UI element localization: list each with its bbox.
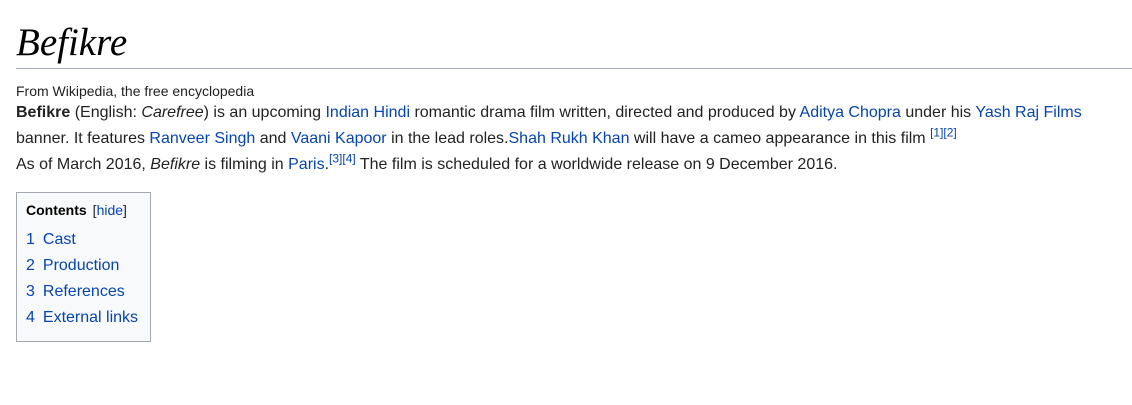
toc-number: 3 — [26, 283, 35, 300]
toc-link-cast[interactable]: 1 Cast — [26, 231, 76, 248]
article-content: Befikre From Wikipedia, the free encyclo… — [16, 22, 1132, 342]
toc-number: 1 — [26, 231, 35, 248]
text-segment: is filming in — [200, 156, 289, 173]
intro-paragraph-1: Befikre (English: Carefree) is an upcomi… — [16, 100, 1096, 152]
citation-link-2[interactable]: [2] — [943, 126, 956, 140]
translation-italic: Carefree — [141, 104, 204, 121]
text-segment: will have a cameo appearance in this fil… — [629, 130, 931, 147]
table-of-contents: Contents [hide] 1 Cast 2 Production 3 Refere… — [16, 192, 152, 342]
toc-link-external-links[interactable]: 4 External links — [26, 309, 138, 326]
toc-label: References — [42, 283, 125, 300]
toc-toggle: [hide] — [93, 202, 127, 218]
page-title: Befikre — [16, 22, 1132, 69]
toc-title: Contents — [26, 202, 87, 218]
text-segment: As of March 2016, — [16, 156, 151, 173]
text-segment: ) is an upcoming — [203, 104, 326, 121]
link-paris[interactable]: Paris — [288, 156, 324, 173]
citation-ref: [3][4] — [329, 152, 356, 166]
toc-label: Cast — [42, 231, 76, 248]
text-segment: and — [255, 130, 291, 147]
link-aditya-chopra[interactable]: Aditya Chopra — [800, 104, 901, 121]
link-ranveer-singh[interactable]: Ranveer Singh — [149, 130, 255, 147]
text-segment: (English: — [70, 104, 142, 121]
link-shah-rukh-khan[interactable]: Shah Rukh Khan — [509, 130, 630, 147]
toc-label: External links — [42, 309, 139, 326]
citation-link-4[interactable]: [4] — [342, 152, 355, 166]
text-segment: in the lead roles. — [386, 130, 509, 147]
toc-item-references: 3 References — [26, 279, 138, 305]
toc-label: Production — [42, 257, 120, 274]
citation-ref: [1][2] — [930, 126, 957, 140]
text-segment: under his — [900, 104, 976, 121]
toc-header: Contents [hide] — [26, 200, 138, 221]
toc-item-production: 2 Production — [26, 253, 138, 279]
citation-link-3[interactable]: [3] — [329, 152, 342, 166]
citation-link-1[interactable]: [1] — [930, 126, 943, 140]
toc-bracket-close: ] — [123, 202, 127, 218]
toc-hide-link[interactable]: hide — [97, 202, 123, 218]
toc-item-cast: 1 Cast — [26, 227, 138, 253]
link-vaani-kapoor[interactable]: Vaani Kapoor — [291, 130, 387, 147]
toc-link-production[interactable]: 2 Production — [26, 257, 119, 274]
toc-item-external-links: 4 External links — [26, 305, 138, 331]
film-title-italic: Befikre — [150, 156, 201, 173]
toc-number: 4 — [26, 309, 35, 326]
link-yash-raj-films[interactable]: Yash Raj Films — [975, 104, 1081, 121]
link-hindi[interactable]: Hindi — [374, 104, 410, 121]
text-segment: The film is scheduled for a worldwide re… — [355, 156, 838, 173]
toc-list: 1 Cast 2 Production 3 References 4 External … — [26, 227, 138, 331]
toc-link-references[interactable]: 3 References — [26, 283, 125, 300]
text-segment: banner. It features — [16, 130, 150, 147]
site-tagline: From Wikipedia, the free encyclopedia — [16, 83, 255, 99]
article-subject-bold: Befikre — [16, 104, 71, 121]
toc-number: 2 — [26, 257, 35, 274]
text-segment: romantic drama film written, directed an… — [410, 104, 800, 121]
link-indian[interactable]: Indian — [325, 104, 369, 121]
intro-paragraph-2: As of March 2016, Befikre is filming in … — [16, 152, 1096, 178]
